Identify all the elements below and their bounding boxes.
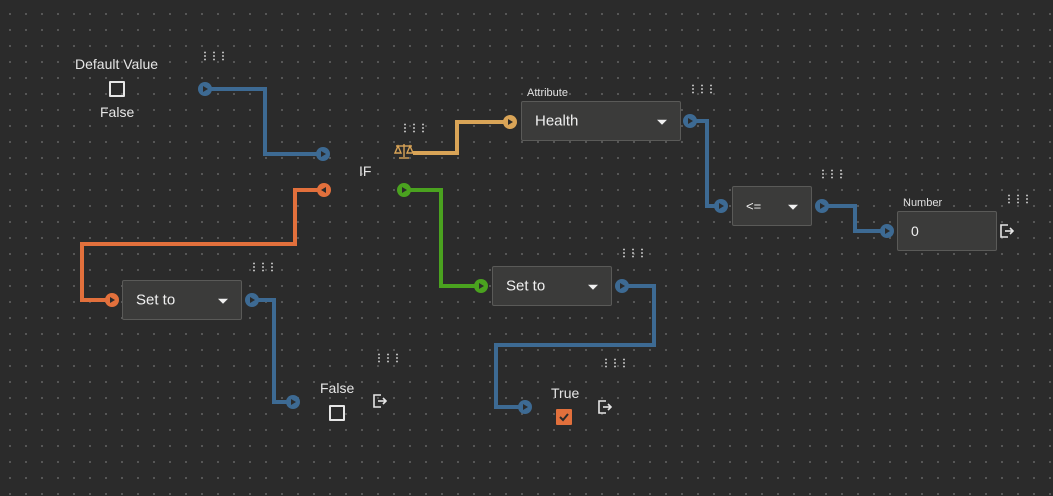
attribute-selected: Health: [535, 112, 579, 130]
compare-dropdown[interactable]: <=: [732, 186, 812, 226]
default-value-text: False: [100, 104, 135, 120]
true-label: True: [551, 385, 580, 401]
true-checkbox[interactable]: [556, 409, 572, 425]
attribute-output-port[interactable]: [683, 114, 697, 128]
wire-condition-to-attribute: [413, 120, 510, 155]
set-to-left-dropdown[interactable]: Set to: [122, 280, 242, 320]
compare-output-port[interactable]: [815, 199, 829, 213]
set-to-left-selected: Set to: [136, 291, 176, 309]
if-node-menu-icon[interactable]: ⋮⋮⋮: [400, 124, 428, 134]
wire-set-left-to-false: [252, 298, 293, 404]
check-icon: [559, 413, 569, 422]
compare-selected: <=: [746, 198, 762, 214]
default-value-label: Default Value: [75, 56, 159, 72]
set-left-output-port[interactable]: [245, 293, 259, 307]
wire-attribute-to-compare: [690, 119, 721, 208]
set-right-output-port[interactable]: [615, 279, 629, 293]
default-value-checkbox[interactable]: [109, 81, 125, 97]
chevron-down-icon: [657, 119, 667, 125]
if-input-port[interactable]: [316, 147, 330, 161]
compare-input-port[interactable]: [714, 199, 728, 213]
scale-icon: [394, 144, 414, 159]
chevron-down-icon: [788, 204, 798, 210]
number-field[interactable]: 0: [897, 211, 997, 251]
chevron-down-icon: [588, 284, 598, 290]
default-output-port[interactable]: [198, 82, 212, 96]
if-else-port[interactable]: [317, 183, 331, 197]
connection-wires: [80, 87, 887, 409]
exit-icon[interactable]: [597, 399, 613, 415]
compare-node-menu-icon[interactable]: ⋮⋮⋮: [818, 170, 846, 180]
wire-default-to-if: [210, 87, 323, 156]
if-label: IF: [359, 163, 372, 179]
set-to-right-dropdown[interactable]: Set to: [492, 266, 612, 306]
set-right-input-port[interactable]: [474, 279, 488, 293]
number-input-port[interactable]: [880, 224, 894, 238]
if-then-port[interactable]: [397, 183, 411, 197]
attribute-dropdown[interactable]: Health: [521, 101, 681, 141]
attribute-input-port[interactable]: [503, 115, 517, 129]
true-input-port[interactable]: [518, 400, 532, 414]
number-label: Number: [903, 197, 943, 209]
wire-compare-to-number: [822, 204, 887, 233]
false-input-port[interactable]: [286, 395, 300, 409]
exit-icon[interactable]: [372, 393, 388, 409]
set-right-node-menu-icon[interactable]: ⋮⋮⋮: [619, 249, 647, 259]
chevron-down-icon: [218, 298, 228, 304]
set-to-right-selected: Set to: [506, 277, 546, 295]
wire-then-to-set-right: [404, 188, 481, 288]
set-left-node-menu-icon[interactable]: ⋮⋮⋮: [249, 263, 277, 273]
true-node-menu-icon[interactable]: ⋮⋮⋮: [601, 359, 629, 369]
attribute-node-menu-icon[interactable]: ⋮⋮⋮: [688, 85, 716, 95]
set-left-input-port[interactable]: [105, 293, 119, 307]
false-node-menu-icon[interactable]: ⋮⋮⋮: [374, 354, 402, 364]
number-node-menu-icon[interactable]: ⋮⋮⋮: [1004, 195, 1032, 205]
attribute-label: Attribute: [527, 87, 568, 99]
default-node-menu-icon[interactable]: ⋮⋮⋮: [200, 52, 228, 62]
false-label: False: [320, 380, 355, 396]
false-checkbox[interactable]: [329, 405, 345, 421]
exit-icon[interactable]: [999, 223, 1015, 239]
